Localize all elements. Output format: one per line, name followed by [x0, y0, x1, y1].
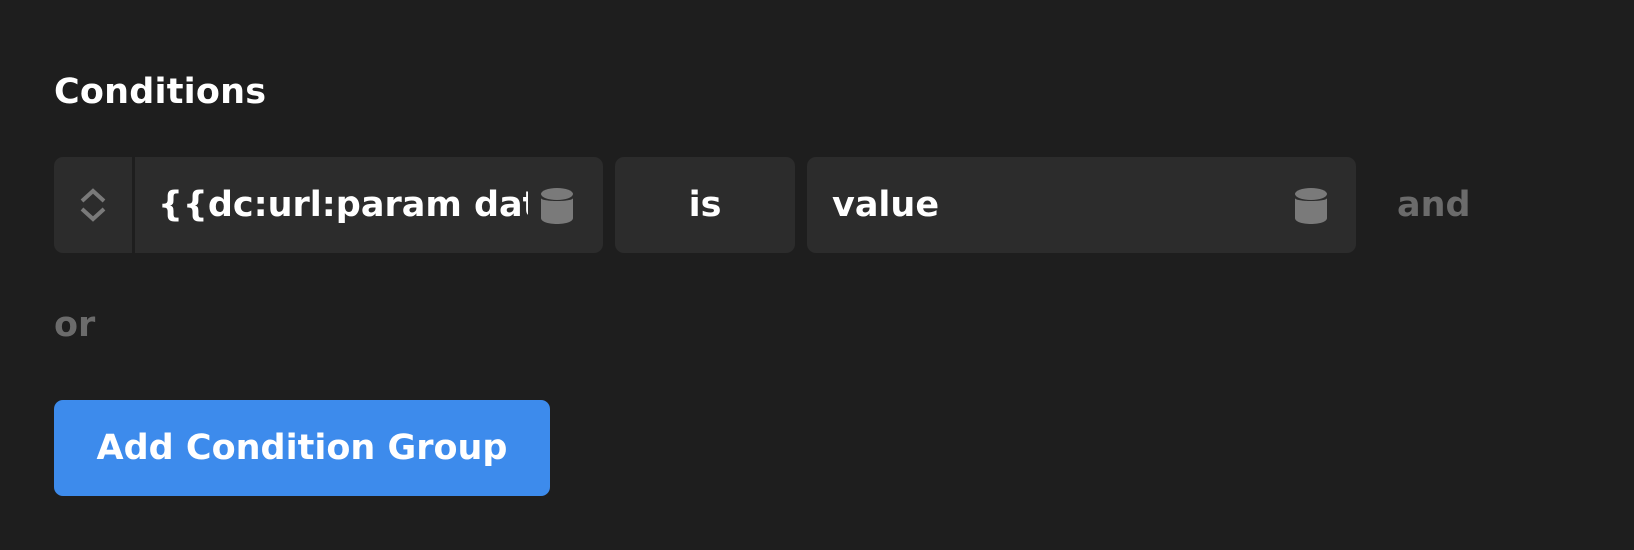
divider: [132, 157, 135, 253]
reorder-handle[interactable]: [54, 157, 132, 253]
condition-value-input[interactable]: value: [807, 157, 1356, 253]
add-and-condition-link[interactable]: and: [1397, 157, 1471, 253]
condition-value-text: value: [832, 185, 940, 225]
conditions-panel: Conditions {{dc:url:param data is value: [0, 0, 1634, 550]
chevron-up-down-icon: [80, 188, 106, 222]
database-icon[interactable]: [1294, 187, 1328, 225]
add-or-condition-link[interactable]: or: [54, 303, 95, 347]
condition-row: {{dc:url:param data is value and: [54, 157, 1594, 253]
condition-source-value: {{dc:url:param data: [158, 185, 528, 225]
condition-source-select[interactable]: {{dc:url:param data: [54, 157, 603, 253]
condition-operator-label: is: [688, 185, 722, 225]
database-icon[interactable]: [540, 187, 574, 225]
condition-operator-select[interactable]: is: [615, 157, 795, 253]
section-title: Conditions: [54, 72, 267, 112]
add-condition-group-button[interactable]: Add Condition Group: [54, 400, 550, 496]
